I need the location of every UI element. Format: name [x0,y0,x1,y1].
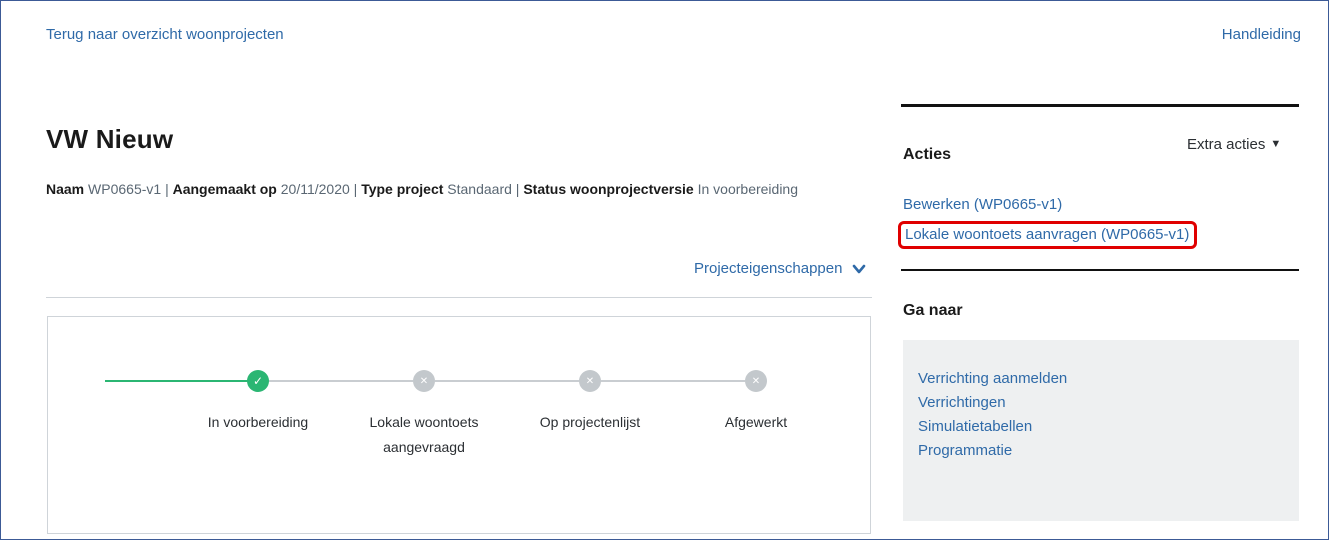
goto-link-programmatie[interactable]: Programmatie [918,439,1284,463]
chevron-down-icon [853,264,866,273]
edit-action-link[interactable]: Bewerken (WP0665-v1) [903,196,1062,213]
meta-status-label: Status woonprojectversie [523,181,694,197]
meta-status-value: In voorbereiding [697,181,799,197]
extra-actions-dropdown[interactable]: Extra acties ▼ [1187,136,1281,153]
goto-link-simulatietabellen[interactable]: Simulatietabellen [918,415,1284,439]
actions-rule [901,269,1299,271]
timeline-progress-line [105,380,257,382]
timeline-step-label: Lokale woontoets aangevraagd [369,414,479,455]
goto-link-verrichting-aanmelden[interactable]: Verrichting aanmelden [918,367,1284,391]
actions-heading: Acties [903,146,952,163]
section-divider [46,297,872,298]
timeline-line [601,380,745,382]
goto-panel: Verrichting aanmelden Verrichtingen Simu… [903,340,1299,521]
check-icon: ✓ [247,370,269,392]
meta-separator: | [515,181,520,197]
meta-name-label: Naam [46,181,85,197]
project-meta: Naam WP0665-v1 | Aangemaakt op 20/11/202… [46,181,870,197]
request-local-woontoets-link[interactable]: Lokale woontoets aanvragen (WP0665-v1) [898,221,1198,249]
meta-separator: | [165,181,169,197]
meta-type-label: Type project [361,181,444,197]
meta-created-value: 20/11/2020 [280,181,350,197]
timeline-step-label: Afgewerkt [724,414,788,430]
cross-icon: ✕ [413,370,435,392]
status-timeline: ✓ ✕ ✕ ✕ In voorbereiding Lokale woontoet… [47,316,871,534]
timeline-line [269,380,413,382]
extra-actions-label: Extra acties [1187,136,1266,153]
project-properties-toggle[interactable]: Projecteigenschappen [694,260,866,277]
meta-type-value: Standaard [447,181,512,197]
page-title: VW Nieuw [46,124,174,154]
manual-link[interactable]: Handleiding [1222,26,1301,43]
goto-link-verrichtingen[interactable]: Verrichtingen [918,391,1284,415]
timeline-line [435,380,579,382]
meta-created-label: Aangemaakt op [172,181,277,197]
actions-rule [901,104,1299,107]
project-properties-label: Projecteigenschappen [694,260,843,277]
timeline-step-label: Op projectenlijst [539,414,641,430]
meta-name-value: WP0665-v1 [88,181,162,197]
meta-separator: | [353,181,358,197]
cross-icon: ✕ [579,370,601,392]
cross-icon: ✕ [745,370,767,392]
back-to-overview-link[interactable]: Terug naar overzicht woonprojecten [46,26,284,43]
goto-heading: Ga naar [903,302,963,319]
timeline-step-label: In voorbereiding [207,414,309,430]
caret-down-icon: ▼ [1270,138,1282,150]
